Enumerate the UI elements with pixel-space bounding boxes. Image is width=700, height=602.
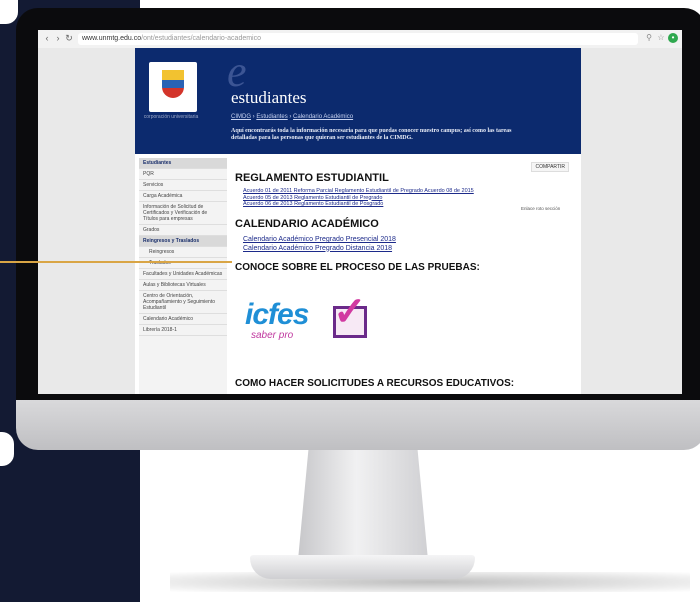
sidebar-item-pqr[interactable]: PQR bbox=[139, 169, 227, 180]
solicitudes-heading: COMO HACER SOLICITUDES A RECURSOS EDUCAT… bbox=[235, 378, 515, 389]
url-domain: www.unmtg.edu.co bbox=[82, 35, 142, 42]
calendario-link[interactable]: Calendario Académico Pregrado Distancia … bbox=[243, 245, 396, 254]
breadcrumb-item[interactable]: Estudiantes bbox=[256, 114, 287, 120]
breadcrumb: CIMDG › Estudiantes › Calendario Académi… bbox=[231, 114, 354, 120]
sidebar-item-servicios[interactable]: Servicios bbox=[139, 180, 227, 191]
university-logo[interactable] bbox=[149, 62, 197, 112]
shield-icon bbox=[162, 70, 184, 98]
zoom-icon[interactable]: ⚲ bbox=[644, 33, 654, 43]
address-bar[interactable]: www.unmtg.edu.co/ont/estudiantes/calenda… bbox=[78, 33, 638, 45]
accent-line bbox=[0, 261, 232, 263]
checkmark-icon: ✓ bbox=[333, 290, 367, 334]
sidebar-item-centro-orientacion[interactable]: Centro de Orientación, Acompañamiento y … bbox=[139, 291, 227, 314]
breadcrumb-item[interactable]: Calendario Académico bbox=[293, 114, 353, 120]
sidebar-item-facultades[interactable]: Facultades y Unidades Académicas bbox=[139, 269, 227, 280]
url-path: /ont/estudiantes/calendario-academico bbox=[141, 35, 262, 42]
monitor-stand bbox=[298, 450, 428, 560]
icfes-logo[interactable]: icfes saber pro ✓ bbox=[245, 292, 385, 348]
sidebar-item-carga-academica[interactable]: Carga Académica bbox=[139, 191, 227, 202]
sidebar-item-libreria[interactable]: Librería 2018-1 bbox=[139, 325, 227, 336]
reload-icon[interactable]: ↻ bbox=[64, 33, 74, 43]
calendario-link[interactable]: Calendario Académico Pregrado Presencial… bbox=[243, 236, 396, 245]
sidebar: Estudiantes PQR Servicios Carga Académic… bbox=[139, 158, 227, 394]
website: corporación universitaria e estudiantes … bbox=[135, 48, 581, 394]
aside-note: Enlace roto sección bbox=[521, 206, 561, 211]
extension-icon[interactable]: • bbox=[668, 33, 678, 43]
sidebar-item-traslados[interactable]: Traslados bbox=[139, 258, 227, 269]
sidebar-item-reingresos[interactable]: Reingresos bbox=[139, 247, 227, 258]
monitor-screen: ‹ › ↻ www.unmtg.edu.co/ont/estudiantes/c… bbox=[38, 30, 682, 394]
page-title: estudiantes bbox=[231, 88, 307, 107]
sidebar-item-aulas[interactable]: Aulas y Bibliotecas Virtuales bbox=[139, 280, 227, 291]
bookmark-star-icon[interactable]: ☆ bbox=[656, 33, 666, 43]
reglamento-heading: REGLAMENTO ESTUDIANTIL bbox=[235, 172, 389, 184]
sidebar-item-estudiantes[interactable]: Estudiantes bbox=[139, 158, 227, 169]
share-button[interactable]: COMPARTIR bbox=[531, 162, 569, 172]
pruebas-heading: CONOCE SOBRE EL PROCESO DE LAS PRUEBAS: bbox=[235, 262, 480, 273]
back-icon[interactable]: ‹ bbox=[42, 33, 52, 43]
icfes-wordmark: icfes bbox=[245, 298, 309, 331]
sidebar-item-certificados[interactable]: Información de Solicitud de Certificados… bbox=[139, 202, 227, 225]
calendario-heading: CALENDARIO ACADÉMICO bbox=[235, 218, 379, 230]
reglamento-links: Acuerdo 01 de 2011 Reforma Parcial Regla… bbox=[243, 188, 474, 208]
reglamento-link[interactable]: Acuerdo 01 de 2011 Reforma Parcial Regla… bbox=[243, 188, 474, 195]
site-header: corporación universitaria e estudiantes … bbox=[135, 48, 581, 154]
main-content: COMPARTIR REGLAMENTO ESTUDIANTIL Acuerdo… bbox=[235, 158, 575, 394]
monitor-chin bbox=[16, 400, 700, 450]
breadcrumb-item[interactable]: CIMDG bbox=[231, 114, 251, 120]
sidebar-item-reingresos-traslados[interactable]: Reingresos y Traslados bbox=[139, 236, 227, 247]
browser-toolbar: ‹ › ↻ www.unmtg.edu.co/ont/estudiantes/c… bbox=[38, 30, 682, 49]
forward-icon[interactable]: › bbox=[53, 33, 63, 43]
reglamento-link[interactable]: Acuerdo 06 de 2013 Reglamento Estudianti… bbox=[243, 201, 474, 208]
monitor-base bbox=[250, 555, 475, 579]
icfes-subtitle: saber pro bbox=[251, 330, 294, 341]
sidebar-item-grados[interactable]: Grados bbox=[139, 225, 227, 236]
logo-caption: corporación universitaria bbox=[143, 114, 199, 120]
intro-text: Aquí encontrarás toda la información nec… bbox=[231, 128, 512, 141]
sidebar-item-calendario[interactable]: Calendario Académico bbox=[139, 314, 227, 325]
calendario-links: Calendario Académico Pregrado Presencial… bbox=[243, 236, 396, 253]
